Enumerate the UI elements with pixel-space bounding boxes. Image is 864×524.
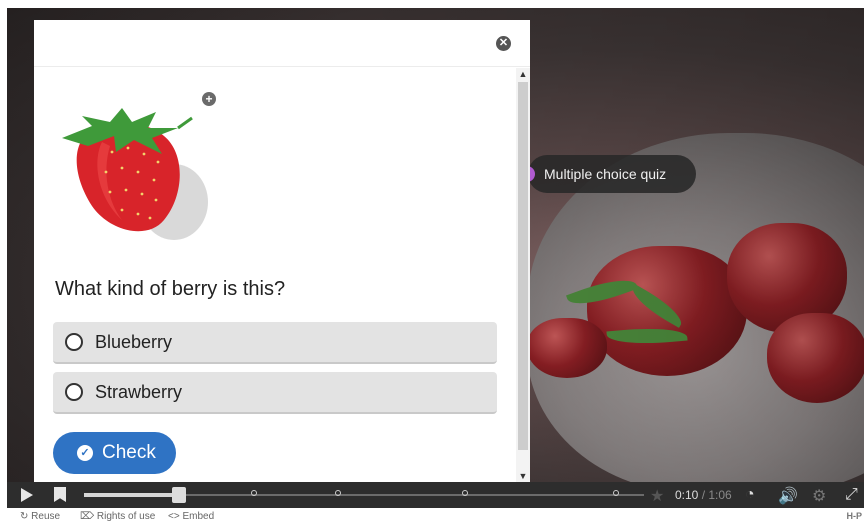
refresh-icon: ↻ (20, 511, 32, 522)
answer-option[interactable]: Strawberry (53, 372, 497, 414)
reuse-label: Reuse (31, 511, 61, 522)
zoom-icon[interactable]: + (202, 92, 216, 106)
volume-icon[interactable]: 🔊 (778, 486, 798, 506)
reuse-link[interactable]: ↻ Reuse (20, 511, 60, 522)
play-icon[interactable] (21, 488, 33, 502)
question-text: What kind of berry is this? (55, 278, 286, 300)
progress-fill (84, 493, 179, 497)
quiz-dialog: ✕ + What kind of berry is this? Blueberr… (34, 20, 530, 482)
radio-icon[interactable] (65, 333, 83, 351)
dialog-body: + What kind of berry is this? Blueberry … (34, 68, 516, 482)
h5p-player: Multiple choice quiz ✕ + What kind of be… (0, 0, 864, 524)
time-display: 0:10 / 1:06 (675, 488, 732, 502)
interaction-marker[interactable] (335, 490, 341, 496)
rights-label: Rights of use (96, 511, 156, 522)
scrollbar-thumb[interactable] (518, 82, 528, 450)
rights-of-use-link[interactable]: ⌦ Rights of use (80, 511, 155, 522)
h5p-logo[interactable]: H-P (847, 511, 863, 521)
total-time: 1:06 (708, 488, 732, 502)
answer-option[interactable]: Blueberry (53, 322, 497, 364)
speedometer-icon[interactable]: ◔ (745, 486, 755, 504)
answer-label: Strawberry (95, 381, 183, 402)
code-icon: <> (168, 511, 183, 522)
dialog-scrollbar[interactable]: ▲ ▼ (516, 68, 530, 482)
gear-icon[interactable]: ⚙ (812, 486, 826, 506)
embed-label: Embed (182, 511, 215, 522)
answer-label: Blueberry (95, 331, 173, 352)
tag-icon: ⌦ (80, 511, 97, 522)
interaction-marker[interactable] (613, 490, 619, 496)
dialog-header: ✕ (34, 20, 530, 67)
progress-handle[interactable] (172, 487, 186, 503)
check-button[interactable]: ✓ Check (53, 432, 176, 474)
embed-link[interactable]: <> Embed (168, 511, 214, 522)
footer-bar: ↻ Reuse ⌦ Rights of use <> Embed H-P (0, 508, 864, 524)
fullscreen-icon[interactable]: ⤢ (845, 486, 858, 504)
star-icon[interactable]: ★ (650, 486, 664, 506)
close-icon[interactable]: ✕ (496, 36, 511, 51)
strawberry-image[interactable] (52, 102, 222, 242)
bookmark-icon[interactable] (54, 487, 66, 502)
scroll-down-icon[interactable]: ▼ (516, 470, 530, 482)
elapsed-time: 0:10 (675, 488, 699, 502)
interaction-label-text: Multiple choice quiz (544, 166, 667, 182)
radio-icon[interactable] (65, 383, 83, 401)
checkmark-icon: ✓ (77, 445, 93, 461)
interaction-marker[interactable] (251, 490, 257, 496)
interaction-marker[interactable] (462, 490, 468, 496)
interaction-label[interactable]: Multiple choice quiz (523, 155, 696, 193)
check-label: Check (102, 442, 156, 463)
player-controls: ★ 0:10 / 1:06 ◔ 🔊 ⚙ ⤢ (7, 482, 864, 508)
scroll-up-icon[interactable]: ▲ (516, 68, 530, 80)
